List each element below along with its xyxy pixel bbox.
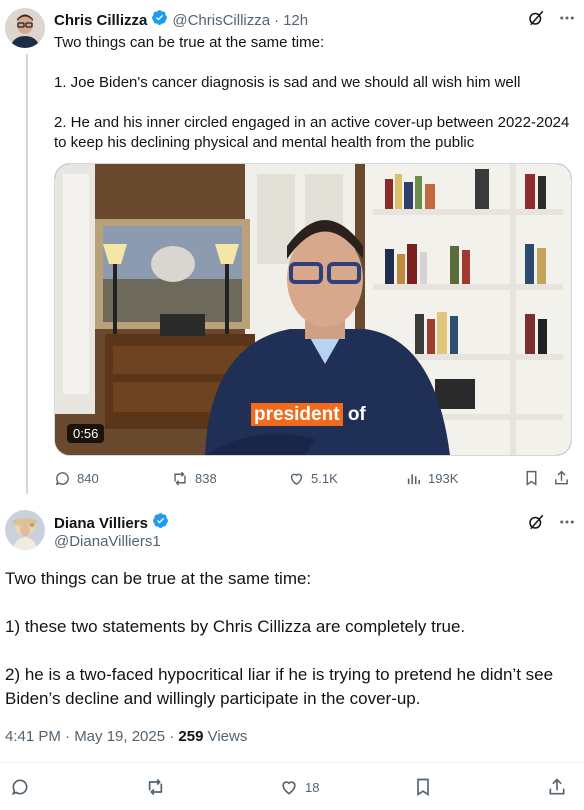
views-count: 193K bbox=[428, 471, 459, 486]
like-button[interactable]: 5.1K bbox=[288, 470, 338, 487]
more-icon[interactable] bbox=[558, 513, 576, 536]
tweet1-text: Two things can be true at the same time:… bbox=[54, 34, 570, 151]
repost-count: 838 bbox=[195, 471, 217, 486]
like-count: 5.1K bbox=[311, 471, 338, 486]
author-name[interactable]: Diana Villiers bbox=[54, 515, 148, 532]
grok-icon[interactable] bbox=[527, 9, 545, 32]
like-icon bbox=[279, 777, 299, 797]
video-caption: president of bbox=[251, 403, 366, 426]
views-label: Views bbox=[203, 728, 248, 745]
author-name[interactable]: Chris Cillizza bbox=[54, 12, 147, 29]
post-meta: 4:41 PM · May 19, 2025 · 259 Views bbox=[5, 728, 247, 745]
repost-icon bbox=[171, 470, 189, 487]
timestamp[interactable]: 4:41 PM · May 19, 2025 · bbox=[5, 728, 178, 745]
video-player[interactable]: president of 0:56 bbox=[54, 163, 572, 456]
like-icon bbox=[288, 470, 305, 487]
caption-highlight: president bbox=[251, 403, 343, 426]
author-handle[interactable]: @DianaVilliers1 bbox=[54, 533, 161, 550]
verified-badge-icon bbox=[152, 512, 169, 534]
bookmark-icon[interactable] bbox=[523, 469, 540, 492]
post-time[interactable]: 12h bbox=[283, 12, 308, 29]
like-button[interactable]: 18 bbox=[279, 777, 319, 797]
repost-button[interactable]: 838 bbox=[171, 470, 217, 487]
verified-badge-icon bbox=[151, 9, 168, 31]
views-button[interactable]: 193K bbox=[405, 470, 458, 487]
views-count: 259 bbox=[178, 728, 204, 745]
author-handle[interactable]: @ChrisCillizza bbox=[172, 12, 270, 29]
grok-icon[interactable] bbox=[527, 513, 545, 536]
share-icon[interactable] bbox=[553, 469, 570, 492]
video-duration: 0:56 bbox=[67, 424, 105, 443]
like-count: 18 bbox=[305, 779, 320, 795]
thread-line bbox=[26, 54, 28, 494]
reply-icon[interactable] bbox=[10, 777, 30, 802]
avatar-chris[interactable] bbox=[5, 8, 45, 48]
avatar-diana[interactable] bbox=[5, 510, 45, 550]
divider bbox=[0, 762, 584, 763]
bookmark-icon[interactable] bbox=[413, 777, 433, 802]
more-icon[interactable] bbox=[558, 9, 576, 32]
tweet2-text: Two things can be true at the same time:… bbox=[5, 569, 554, 708]
tweet1-header: Chris Cillizza @ChrisCillizza · 12h bbox=[54, 9, 308, 31]
caption-text: of bbox=[347, 404, 366, 425]
tweet2-name-row: Diana Villiers bbox=[54, 512, 173, 534]
reply-button[interactable]: 840 bbox=[54, 470, 99, 487]
views-icon bbox=[405, 470, 422, 487]
reply-count: 840 bbox=[77, 471, 99, 486]
repost-icon[interactable] bbox=[145, 777, 166, 802]
share-icon[interactable] bbox=[547, 777, 567, 802]
reply-icon bbox=[54, 470, 71, 487]
separator-dot: · bbox=[274, 11, 280, 29]
